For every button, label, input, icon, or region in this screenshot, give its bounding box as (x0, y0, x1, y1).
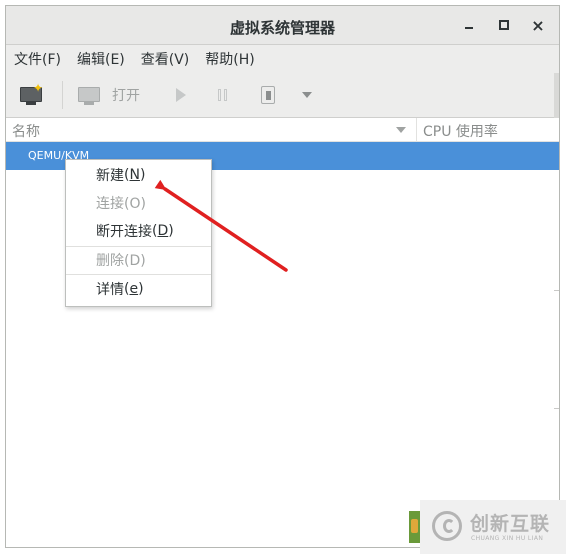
close-button[interactable]: × (529, 15, 547, 35)
menu-item-delete: 删除(D) (96, 253, 146, 269)
column-header: 名称 CPU 使用率 (6, 118, 559, 142)
menu-view[interactable]: 查看(V) (133, 49, 198, 69)
run-button[interactable] (176, 73, 186, 117)
column-name[interactable]: 名称 (12, 121, 40, 141)
menu-item-details-key: e (129, 281, 139, 297)
menu-bar: 文件(F) 编辑(E) 查看(V) 帮助(H) (6, 45, 559, 73)
new-vm-button[interactable]: ✦ (20, 73, 43, 117)
column-cpu-usage[interactable]: CPU 使用率 (423, 121, 498, 141)
context-menu: 新建(N) 连接(O) 断开连接(D) 删除(D) 详情(e) (65, 159, 212, 307)
open-button[interactable]: 打开 (78, 73, 140, 117)
new-vm-icon: ✦ (20, 81, 43, 105)
list-edge-mark (554, 408, 559, 409)
maximize-button[interactable] (495, 16, 513, 34)
menu-item-new-key: N (129, 167, 140, 183)
menu-help[interactable]: 帮助(H) (197, 49, 262, 69)
close-icon: × (531, 15, 545, 35)
menu-item-details-label: 详情 (96, 282, 124, 298)
sort-indicator-icon[interactable] (396, 127, 406, 133)
toolbar: ✦ 打开 (6, 73, 559, 118)
menu-item-new-label: 新建 (96, 168, 124, 184)
open-vm-icon (78, 87, 100, 105)
taskbar-thumbnail (409, 511, 420, 543)
menu-item-connect: 连接(O) (96, 196, 146, 212)
minimize-button[interactable] (460, 16, 478, 34)
title-bar[interactable]: 虚拟系统管理器 × (6, 6, 559, 45)
menu-item-details[interactable]: 详情(e) (66, 276, 211, 302)
pause-icon (218, 89, 227, 101)
shutdown-icon (261, 86, 275, 104)
menu-item-new[interactable]: 新建(N) (66, 162, 211, 188)
run-icon (176, 88, 186, 102)
chevron-down-icon (302, 92, 312, 98)
menu-edit[interactable]: 编辑(E) (69, 49, 133, 69)
list-edge-mark (554, 290, 559, 291)
watermark-logo-icon (432, 511, 462, 541)
watermark-text: 创新互联 (470, 513, 551, 535)
shutdown-menu-button[interactable] (302, 73, 312, 117)
menu-item-disconnect-key: D (157, 223, 169, 239)
menu-item-disconnect[interactable]: 断开连接(D) (66, 218, 211, 244)
maximize-icon (499, 20, 509, 30)
menu-separator (66, 274, 211, 275)
pause-button[interactable] (218, 73, 227, 117)
open-button-label: 打开 (112, 88, 140, 104)
menu-item-disconnect-label: 断开连接 (96, 224, 152, 240)
toolbar-divider (62, 81, 63, 109)
menu-file[interactable]: 文件(F) (6, 49, 69, 69)
column-divider[interactable] (416, 118, 417, 141)
watermark-subtext: CHUANG XIN HU LIAN (471, 535, 544, 542)
shutdown-button[interactable] (261, 73, 275, 117)
minimize-icon (465, 27, 473, 29)
